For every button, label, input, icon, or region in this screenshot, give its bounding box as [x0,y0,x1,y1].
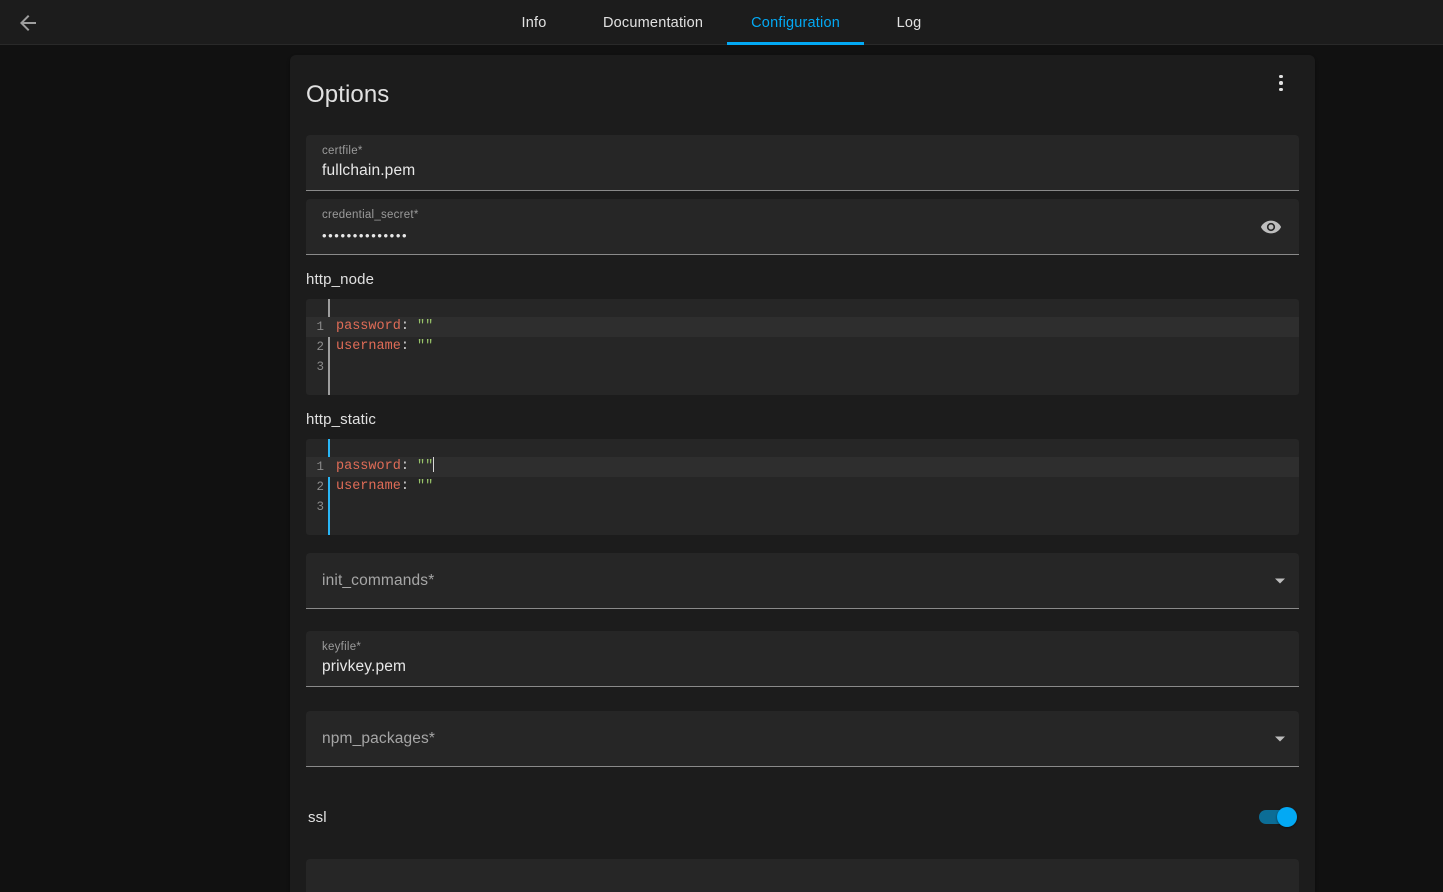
field-keyfile[interactable]: keyfile* privkey.pem [306,631,1299,687]
line-code: password: "" [328,457,435,477]
dot [1279,74,1283,79]
field-certfile-input[interactable]: fullchain.pem [322,159,1283,183]
tab-info[interactable]: Info [489,0,579,45]
tab-log-label: Log [896,14,922,31]
line-number: 3 [316,500,324,514]
chevron-down-icon[interactable] [1275,578,1285,583]
field-ssl: ssl [306,789,1299,845]
tab-configuration-label: Configuration [751,14,840,31]
app-bar: Info Documentation Configuration Log [0,0,1443,45]
yaml-value: "" [417,339,434,354]
editor-line[interactable]: 3 [306,497,1299,517]
yaml-value: "" [417,479,434,494]
field-keyfile-input[interactable]: privkey.pem [322,655,1283,679]
line-number: 2 [316,480,324,494]
chevron-down-icon[interactable] [1275,736,1285,741]
field-npm-packages-label: npm_packages* [322,729,436,747]
yaml-value: "" [417,459,434,474]
eye-icon[interactable] [1253,209,1289,245]
editor-http-node[interactable]: 1 password: "" 2 username: "" 3 [306,299,1299,395]
toggle-thumb [1277,807,1297,827]
tab-log[interactable]: Log [864,0,954,45]
editor-http-node-label: http_node [306,271,375,288]
yaml-punct: : [400,479,409,494]
editor-line[interactable]: 3 [306,357,1299,377]
yaml-key: username [336,479,401,494]
line-code: username: "" [328,337,433,357]
yaml-key: password [336,319,401,334]
field-certfile[interactable]: certfile* fullchain.pem [306,135,1299,191]
line-number: 1 [316,460,324,474]
field-ssl-label: ssl [308,808,327,826]
line-code: username: "" [328,477,433,497]
text-cursor [433,457,435,472]
dot [1279,81,1283,85]
editor-line[interactable]: 2 username: "" [306,337,1299,357]
field-next-clipped[interactable] [306,859,1299,892]
yaml-key: username [336,339,401,354]
field-init-commands[interactable]: init_commands* [306,553,1299,609]
options-card: Options certfile* fullchain.pem credenti… [290,55,1315,892]
tab-documentation-label: Documentation [603,14,704,31]
editor-line[interactable]: 1 password: "" [306,317,1299,337]
yaml-punct: : [400,319,409,334]
editor-http-static-label: http_static [306,411,377,428]
yaml-punct: : [400,459,409,474]
line-number: 2 [316,340,324,354]
field-credential-secret-label: credential_secret* [322,209,419,221]
yaml-key: password [336,459,401,474]
field-certfile-label: certfile* [322,145,363,157]
yaml-value: "" [417,319,434,334]
field-credential-secret-input[interactable]: •••••••••••••• [322,223,1283,249]
page-title: Options [306,81,390,108]
editor-line[interactable]: 2 username: "" [306,477,1299,497]
field-init-commands-label: init_commands* [322,571,435,589]
tab-documentation[interactable]: Documentation [579,0,727,45]
yaml-punct: : [400,339,409,354]
tab-info-label: Info [521,14,547,31]
editor-line[interactable]: 1 password: "" [306,457,1299,477]
line-number: 1 [316,320,324,334]
page-body: Options certfile* fullchain.pem credenti… [0,45,1443,892]
field-npm-packages[interactable]: npm_packages* [306,711,1299,767]
field-credential-secret[interactable]: credential_secret* •••••••••••••• [306,199,1299,255]
field-keyfile-label: keyfile* [322,641,362,653]
ssl-toggle[interactable] [1253,799,1309,835]
editor-http-static[interactable]: 1 password: "" 2 username: "" 3 [306,439,1299,535]
line-code: password: "" [328,317,433,337]
card-header: Options [306,55,1299,135]
line-number: 3 [316,360,324,374]
tab-bar: Info Documentation Configuration Log [0,0,1443,45]
tab-configuration[interactable]: Configuration [727,0,864,45]
dot [1279,87,1283,92]
more-vertical-icon[interactable] [1261,63,1301,103]
